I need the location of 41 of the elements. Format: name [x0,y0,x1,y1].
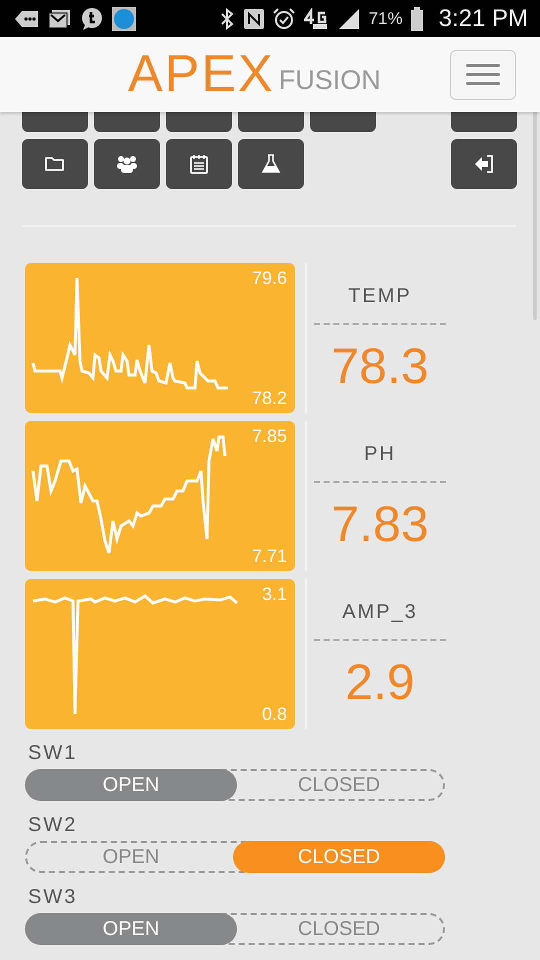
news-app-icon [112,6,136,30]
chat-icon [80,6,104,30]
signal-icon [336,8,361,30]
toolbar-button[interactable] [166,139,232,189]
switch-option[interactable]: OPEN [25,913,237,945]
logout-icon [473,153,495,175]
switch-option[interactable]: OPEN [25,769,237,801]
more-icon [14,8,40,28]
battery-percent: 71% [368,8,403,30]
sensor-name: PH [364,442,396,467]
nfc-icon [242,8,265,30]
switch-label: SW2 [28,815,78,835]
toolbar-button[interactable] [94,139,160,189]
mail-icon [48,8,72,30]
switch-label: SW1 [28,743,78,763]
toolbar-button[interactable] [238,139,304,189]
bluetooth-icon [218,8,235,30]
chart-min: 0.8 [262,705,287,723]
sensor-value: 7.83 [331,499,429,549]
chart-max: 3.1 [262,585,287,603]
switch-option[interactable]: CLOSED [233,841,445,873]
logout-button[interactable] [451,139,517,189]
chart-max: 79.6 [252,269,287,287]
alarm-icon [272,8,295,30]
battery-icon [410,6,423,30]
sensor-name: AMP_3 [342,600,418,625]
sensor-value: 2.9 [345,657,415,707]
flask-icon [260,153,282,175]
sensor-value: 78.3 [331,341,429,391]
people-icon [116,153,138,175]
notepad-icon [188,153,210,175]
chart-min: 78.2 [252,389,287,407]
menu-button[interactable] [450,50,516,100]
switch-label: SW3 [28,887,78,907]
toolbar-button[interactable] [22,139,88,189]
chart-min: 7.71 [252,547,287,565]
sensor-name: TEMP [348,284,412,309]
app-logo: APEX FUSION [128,48,381,101]
chart-max: 7.85 [252,427,287,445]
clock-time: 3:21 PM [438,4,528,34]
network-4g-icon [302,8,329,30]
